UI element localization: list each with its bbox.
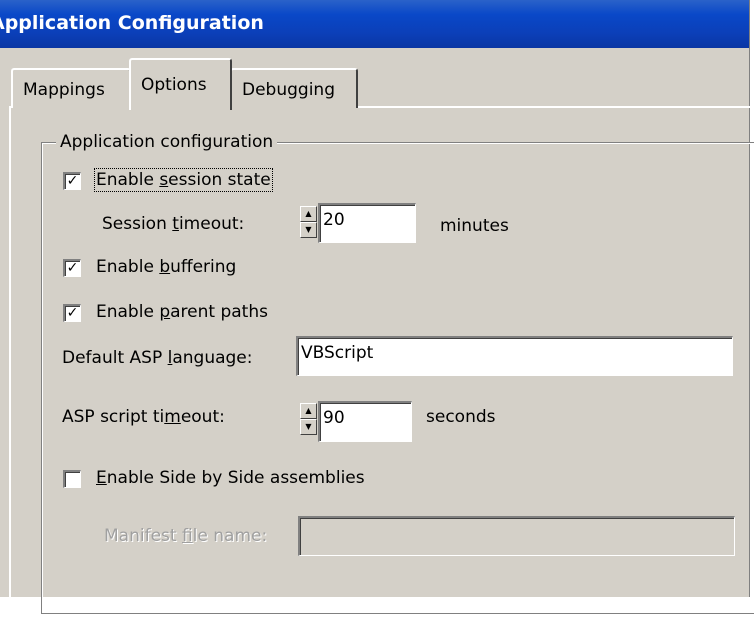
session-timeout-label: Session timeout: bbox=[102, 214, 244, 234]
script-timeout-input[interactable]: 90 bbox=[318, 401, 412, 442]
session-timeout-label-key: t bbox=[172, 214, 179, 234]
session-timeout-input[interactable]: 20 bbox=[318, 203, 416, 243]
spin-up-icon[interactable]: ▲ bbox=[300, 403, 317, 419]
script-timeout-label-pre: ASP script ti bbox=[62, 407, 165, 427]
buffering-label-post: uffering bbox=[170, 257, 237, 277]
spin-down-icon[interactable]: ▼ bbox=[300, 222, 317, 238]
script-timeout-label-post: eout: bbox=[180, 407, 225, 427]
buffering-label-pre: Enable bbox=[96, 257, 160, 277]
asp-language-label-pre: Default ASP bbox=[62, 348, 168, 368]
spin-down-icon[interactable]: ▼ bbox=[300, 419, 317, 435]
side-by-side-label-key: E bbox=[96, 468, 107, 488]
parent-paths-checkbox[interactable]: ✓ bbox=[63, 304, 81, 322]
session-state-label-post: ession state bbox=[168, 170, 271, 190]
group-label: Application configuration bbox=[56, 132, 278, 152]
session-timeout-label-pre: Session bbox=[102, 214, 173, 234]
session-state-label-key: s bbox=[159, 170, 169, 190]
manifest-label-key: f bbox=[181, 526, 193, 546]
manifest-label-post: ile name: bbox=[192, 526, 268, 546]
window-title: Application Configuration bbox=[0, 12, 264, 34]
side-by-side-label[interactable]: Enable Side by Side assemblies bbox=[96, 468, 365, 488]
parent-paths-label-pre: Enable bbox=[96, 302, 160, 322]
session-state-label-pre: Enable bbox=[96, 170, 160, 190]
tab-debugging[interactable]: Debugging bbox=[230, 68, 358, 108]
script-timeout-label: ASP script timeout: bbox=[62, 407, 225, 427]
manifest-input[interactable] bbox=[298, 516, 735, 556]
buffering-label[interactable]: Enable buffering bbox=[96, 257, 236, 277]
asp-language-label-post: anguage: bbox=[172, 348, 253, 368]
buffering-checkbox[interactable]: ✓ bbox=[63, 259, 81, 277]
session-timeout-unit: minutes bbox=[440, 216, 509, 236]
manifest-label-pre: Manifest bbox=[104, 526, 182, 546]
session-state-label[interactable]: Enable session state bbox=[94, 168, 273, 192]
parent-paths-label-post: arent paths bbox=[170, 302, 268, 322]
script-timeout-unit: seconds bbox=[426, 407, 496, 427]
manifest-label: Manifest file name: bbox=[104, 526, 267, 546]
asp-language-label: Default ASP language: bbox=[62, 348, 253, 368]
session-timeout-label-post: imeout: bbox=[178, 214, 245, 234]
script-timeout-label-key: m bbox=[164, 407, 181, 427]
side-by-side-checkbox[interactable] bbox=[63, 470, 81, 488]
tab-options[interactable]: Options bbox=[129, 58, 232, 110]
side-by-side-label-post: nable Side by Side assemblies bbox=[106, 468, 365, 488]
buffering-label-key: b bbox=[159, 257, 171, 277]
session-state-checkbox[interactable]: ✓ bbox=[63, 172, 81, 190]
parent-paths-label[interactable]: Enable parent paths bbox=[96, 302, 268, 322]
tab-mappings[interactable]: Mappings bbox=[11, 68, 131, 108]
title-bar[interactable]: Application Configuration bbox=[0, 0, 749, 48]
dialog-window: Application Configuration Mappings Optio… bbox=[0, 0, 754, 626]
asp-language-input[interactable]: VBScript bbox=[296, 336, 733, 376]
spin-up-icon[interactable]: ▲ bbox=[300, 206, 317, 222]
parent-paths-label-key: p bbox=[159, 302, 171, 322]
